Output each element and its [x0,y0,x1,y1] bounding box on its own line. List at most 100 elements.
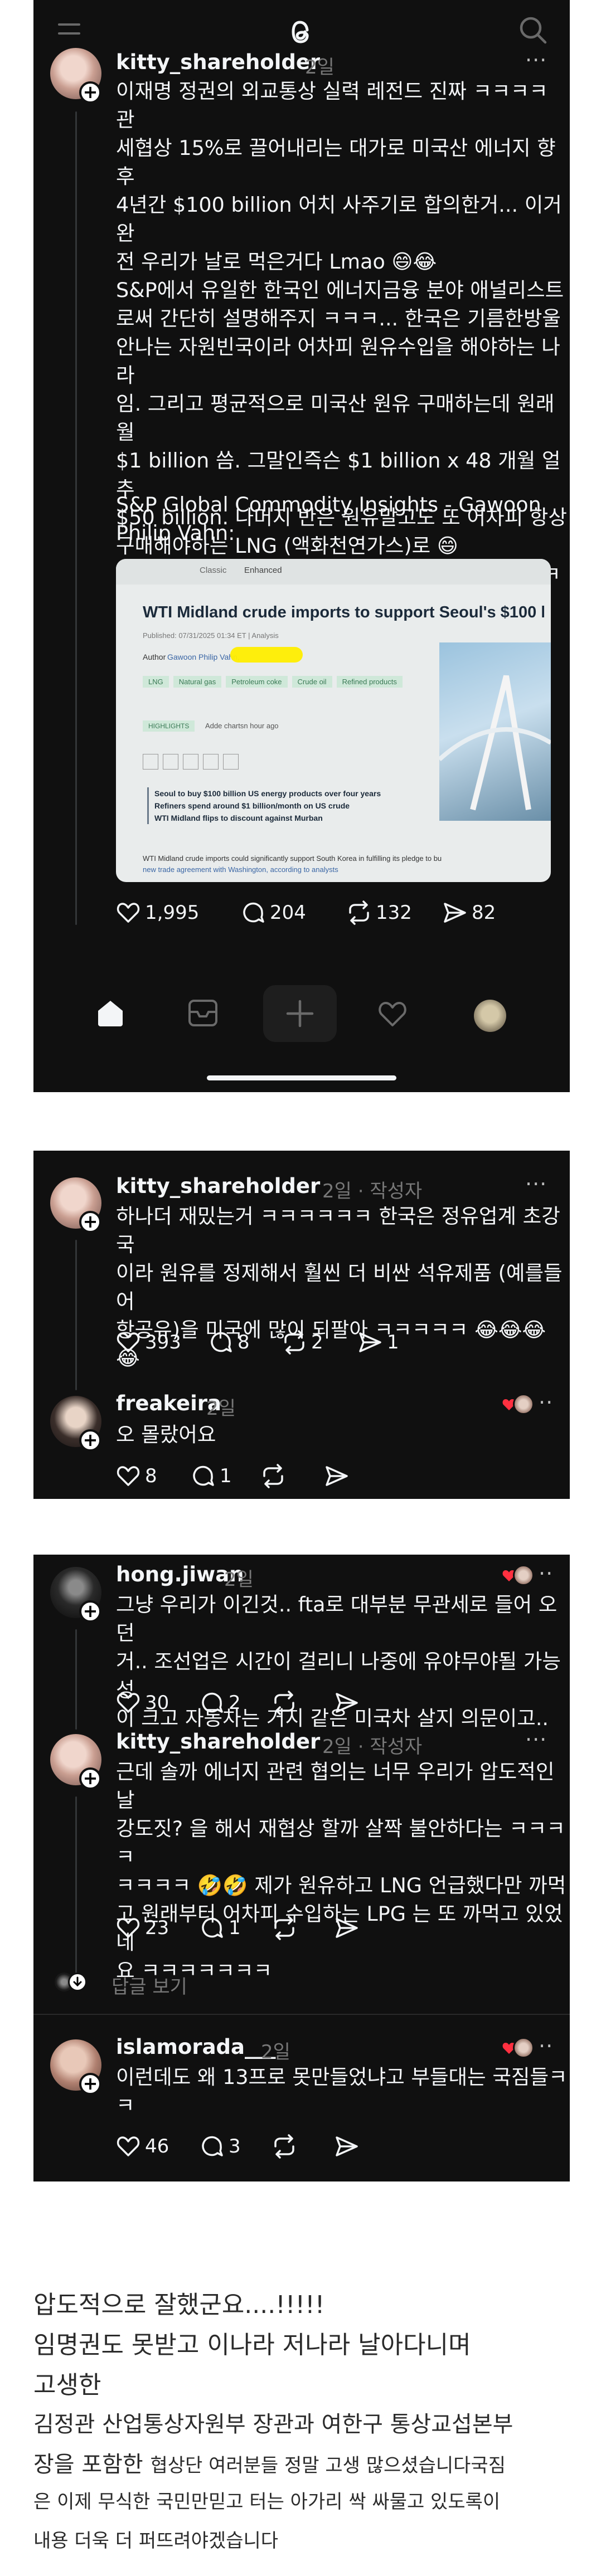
image-author-name: Gawoon Philip Vahn, [167,652,240,661]
comment-icon[interactable] [200,1691,224,1715]
bottom-nav [33,975,570,1070]
profile-avatar[interactable] [474,1000,506,1032]
image-tag: Crude oil [292,676,332,688]
menu-icon[interactable] [57,19,81,41]
liked-by-author-badge [502,1565,534,1587]
reply-meta: 2일 [261,2041,290,2063]
share-icon[interactable] [324,1464,349,1488]
repost-icon[interactable] [271,1689,298,1716]
image-author-label: Author [143,652,166,661]
repost-icon[interactable] [346,899,372,926]
reply-text: 근데 솔까 에너지 관련 협의는 너무 우리가 압도적인 날 강도짓? 을 해서… [116,1760,566,1983]
share-count: 82 [472,902,496,924]
liked-by-author-badge [502,1394,534,1416]
post-image[interactable]: Classic Enhanced WTI Midland crude impor… [116,559,551,882]
image-bullet: WTI Midland flips to discount against Mu… [154,814,323,822]
comment-icon[interactable] [200,2134,224,2159]
like-icon[interactable] [116,900,140,925]
like-count: 23 [145,1917,169,1939]
share-icon[interactable] [358,1330,382,1355]
like-icon[interactable] [116,1691,140,1715]
repost-count: 132 [376,902,412,924]
footer-line: 내용 더욱 더 퍼뜨려야겠습니다 [33,2530,279,2552]
more-options-icon[interactable]: ·· [539,1390,553,1415]
post-source-line-1: S&P Global Commodity Insights - Gawoon [116,493,541,517]
image-tag-row: LNG Natural gas Petroleum coke Crude oil Ref… [143,676,410,692]
follow-plus-icon[interactable]: + [79,1429,101,1452]
compose-button[interactable] [263,985,337,1042]
reply-text: 오 몰랐어요 [116,1423,216,1447]
image-footer: WTI Midland crude imports could signific… [143,854,442,863]
image-icon-row [143,754,288,770]
like-icon[interactable] [116,1916,140,1940]
reply-meta: 2일 · 작성자 [322,1736,423,1758]
follow-plus-icon[interactable]: + [79,2073,101,2095]
post-source-line-2: Philip Vahn: [116,521,235,545]
thread-line [75,1629,77,1730]
more-options-icon[interactable]: ·· [539,2034,553,2058]
share-icon[interactable] [335,2134,359,2159]
view-replies-button[interactable]: 답글 보기 [55,1968,233,1998]
footer-line: 김정관 산업통상자원부 장관과 여한구 통상교섭본부 [33,2412,513,2437]
liked-by-author-badge [502,2037,534,2059]
share-icon[interactable] [335,1691,359,1715]
more-options-icon[interactable]: ··· [525,48,547,72]
follow-plus-icon[interactable]: + [79,1211,101,1233]
more-options-icon[interactable]: ··· [525,1727,547,1752]
repost-count: 2 [311,1331,323,1353]
image-author-highlight [230,647,303,663]
comment-icon[interactable] [191,1464,215,1488]
repost-icon[interactable] [260,1463,287,1489]
image-published: Published: 07/31/2025 01:34 ET | Analysi… [143,631,279,640]
comment-count: 2 [229,1692,241,1714]
more-options-icon[interactable]: ··· [525,1172,547,1196]
like-icon[interactable] [116,2134,140,2159]
comment-icon[interactable] [209,1330,233,1355]
post-author[interactable]: kitty_shareholder [116,50,320,76]
comment-icon[interactable] [200,1916,224,1940]
reply-author[interactable]: kitty_shareholder [116,1174,320,1198]
image-bullet: Refiners spend around $1 billion/month o… [154,801,350,810]
reply-author[interactable]: freakeira [116,1391,221,1415]
image-tag: Refined products [336,676,403,688]
home-icon[interactable] [95,997,126,1029]
share-icon[interactable] [443,900,467,925]
image-footer-2: new trade agreement with Washington, acc… [143,865,338,874]
comment-count: 3 [229,2135,241,2158]
footer-line: 장을 포함한 협상단 여러분들 정말 고생 많으셨습니다국짐 [33,2446,506,2478]
post-panel: + kitty_shareholder 2일 ··· 이재명 정권의 외교통상 … [33,0,570,1092]
image-highlights-tag: HIGHLIGHTS [143,720,195,732]
repost-icon[interactable] [281,1329,308,1356]
author-mini-avatar [513,2037,534,2058]
view-replies-label: 답글 보기 [112,1976,187,1998]
follow-plus-icon[interactable]: + [79,81,101,104]
share-icon[interactable] [335,1916,359,1940]
reply-author[interactable]: islamorada___ [116,2035,276,2059]
footer-line: 은 이제 무식한 국민만믿고 터는 아가리 싹 싸물고 있도록이 [33,2491,501,2513]
thread-line [75,1796,77,1980]
repost-icon[interactable] [271,2133,298,2160]
threads-logo-icon[interactable] [282,13,319,50]
reply-meta: 2일 [206,1397,236,1420]
divider [33,2014,570,2015]
activity-heart-icon[interactable] [377,1000,408,1029]
more-options-icon[interactable]: ·· [539,1561,553,1586]
comment-icon[interactable] [241,900,265,925]
like-icon[interactable] [116,1330,140,1355]
follow-plus-icon[interactable]: + [79,1600,101,1623]
reply-author[interactable]: kitty_shareholder [116,1730,320,1754]
follow-plus-icon[interactable]: + [79,1767,101,1790]
image-add-chart: Adde chartsn hour ago [205,722,279,730]
image-bullets: Seoul to buy $100 billion US energy prod… [147,787,381,824]
search-icon[interactable] [517,14,549,46]
reply-mini-avatar [68,1973,87,1991]
inbox-icon[interactable] [187,999,219,1028]
comment-count: 1 [220,1465,232,1487]
like-icon[interactable] [116,1464,140,1488]
image-tag: Natural gas [173,676,222,688]
home-indicator [207,1075,396,1080]
repost-icon[interactable] [271,1915,298,1941]
post-time: 2일 [305,56,335,79]
image-headline: WTI Midland crude imports to support Seo… [143,603,544,621]
like-count: 8 [145,1465,157,1487]
